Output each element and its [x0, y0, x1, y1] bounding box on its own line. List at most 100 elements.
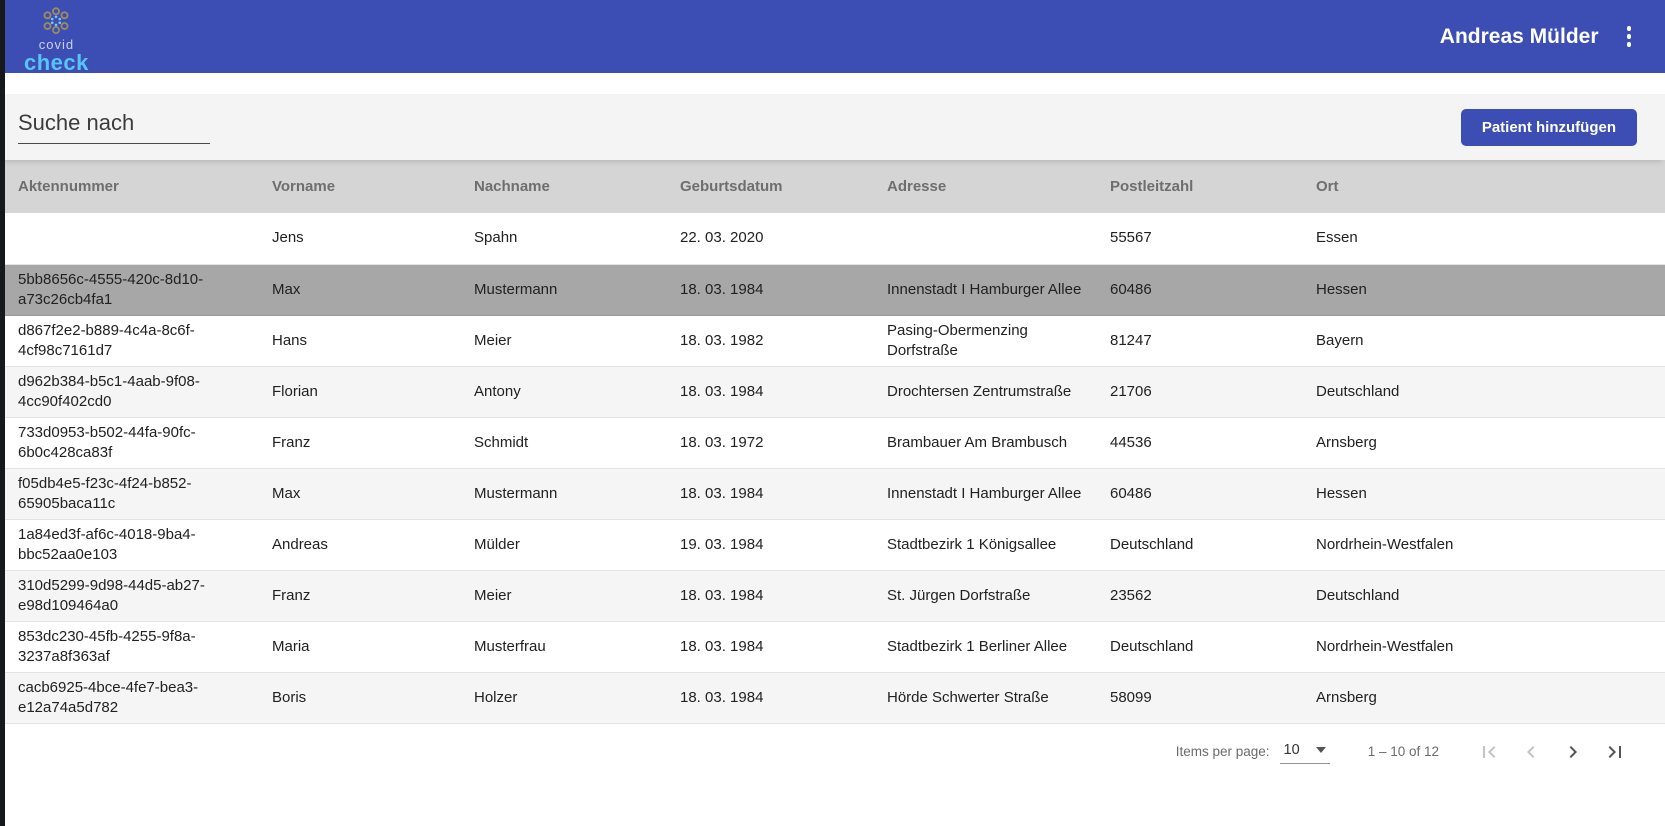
- cell-geburtsdatum: 19. 03. 1984: [680, 535, 764, 553]
- last-page-icon[interactable]: [1603, 740, 1627, 764]
- items-per-page-select[interactable]: 10: [1279, 740, 1330, 764]
- toolbar: Patient hinzufügen: [0, 94, 1665, 160]
- more-vert-icon[interactable]: [1619, 20, 1640, 53]
- cell-nachname: Schmidt: [474, 433, 529, 451]
- cell-aktennummer: 310d5299-9d98-44d5-ab27-e98d109464a0: [18, 576, 205, 614]
- cell-adresse: Pasing-Obermenzing Dorfstraße: [887, 321, 1028, 359]
- cell-postleitzahl: 60486: [1110, 484, 1152, 502]
- cell-aktennummer: 733d0953-b502-44fa-90fc-6b0c428ca83f: [18, 423, 196, 461]
- cell-adresse: Innenstadt I Hamburger Allee: [887, 280, 1082, 298]
- cell-ort: Hessen: [1316, 484, 1367, 502]
- cell-ort: Nordrhein-Westfalen: [1316, 637, 1454, 655]
- cell-geburtsdatum: 18. 03. 1984: [680, 688, 764, 706]
- chevron-right-icon[interactable]: [1561, 740, 1585, 764]
- cell-postleitzahl: 58099: [1110, 688, 1152, 706]
- cell-geburtsdatum: 18. 03. 1982: [680, 331, 764, 349]
- cell-nachname: Meier: [474, 586, 512, 604]
- dropdown-arrow-icon: [1315, 746, 1326, 753]
- cell-vorname: Jens: [272, 229, 304, 247]
- cell-nachname: Mustermann: [474, 280, 558, 298]
- cell-aktennummer: f05db4e5-f23c-4f24-b852-65905baca11c: [18, 474, 192, 512]
- app-header: covid check Andreas Mülder: [0, 0, 1665, 74]
- cell-nachname: Spahn: [474, 229, 518, 247]
- header-gap: [0, 73, 1665, 94]
- table-row[interactable]: 1a84ed3f-af6c-4018-9ba4-bbc52aa0e103 And…: [0, 519, 1665, 570]
- cell-adresse: Hörde Schwerter Straße: [887, 688, 1049, 706]
- cell-geburtsdatum: 18. 03. 1984: [680, 382, 764, 400]
- cell-geburtsdatum: 22. 03. 2020: [680, 229, 764, 247]
- column-header-ort[interactable]: Ort: [1316, 160, 1665, 213]
- first-page-icon: [1477, 740, 1501, 764]
- cell-vorname: Franz: [272, 433, 311, 451]
- cell-ort: Essen: [1316, 229, 1358, 247]
- add-patient-button[interactable]: Patient hinzufügen: [1460, 108, 1637, 146]
- cell-aktennummer: cacb6925-4bce-4fe7-bea3-e12a74a5d782: [18, 678, 199, 716]
- table-row[interactable]: 853dc230-45fb-4255-9f8a-3237a8f363af Mar…: [0, 621, 1665, 672]
- table-row[interactable]: Jens Spahn 22. 03. 2020 55567 Essen: [0, 213, 1665, 264]
- items-per-page-value: 10: [1283, 741, 1300, 758]
- virus-logo-icon: [38, 5, 74, 39]
- cell-postleitzahl: Deutschland: [1110, 637, 1194, 655]
- cell-nachname: Mülder: [474, 535, 520, 553]
- cell-geburtsdatum: 18. 03. 1984: [680, 637, 764, 655]
- cell-ort: Deutschland: [1316, 382, 1400, 400]
- table-row[interactable]: 733d0953-b502-44fa-90fc-6b0c428ca83f Fra…: [0, 417, 1665, 468]
- cell-adresse: Innenstadt I Hamburger Allee: [887, 484, 1082, 502]
- cell-adresse: St. Jürgen Dorfstraße: [887, 586, 1031, 604]
- cell-postleitzahl: 44536: [1110, 433, 1152, 451]
- column-header-geburtsdatum[interactable]: Geburtsdatum: [680, 160, 887, 213]
- cell-postleitzahl: 23562: [1110, 586, 1152, 604]
- cell-aktennummer: d867f2e2-b889-4c4a-8c6f-4cf98c7161d7: [18, 321, 195, 359]
- cell-nachname: Mustermann: [474, 484, 558, 502]
- window-edge-strip: [0, 0, 5, 826]
- page-range-label: 1 – 10 of 12: [1367, 744, 1439, 759]
- table-header-row: Aktennummer Vorname Nachname Geburtsdatu…: [0, 160, 1665, 213]
- cell-postleitzahl: 81247: [1110, 331, 1152, 349]
- covidcheck-logo[interactable]: covid check: [24, 5, 89, 74]
- paginator: Items per page: 10 1 – 10 of 12: [1176, 740, 1627, 764]
- cell-geburtsdatum: 18. 03. 1984: [680, 586, 764, 604]
- cell-ort: Deutschland: [1316, 586, 1400, 604]
- cell-adresse: Brambauer Am Brambusch: [887, 433, 1068, 451]
- cell-vorname: Max: [272, 280, 301, 298]
- cell-nachname: Holzer: [474, 688, 518, 706]
- table-row[interactable]: f05db4e5-f23c-4f24-b852-65905baca11c Max…: [0, 468, 1665, 519]
- cell-nachname: Meier: [474, 331, 512, 349]
- cell-vorname: Boris: [272, 688, 307, 706]
- cell-postleitzahl: 60486: [1110, 280, 1152, 298]
- cell-geburtsdatum: 18. 03. 1984: [680, 484, 764, 502]
- cell-ort: Arnsberg: [1316, 688, 1377, 706]
- cell-adresse: [887, 213, 1110, 264]
- column-header-vorname[interactable]: Vorname: [272, 160, 474, 213]
- table-body: Jens Spahn 22. 03. 2020 55567 Essen 5bb8…: [0, 213, 1665, 723]
- cell-nachname: Musterfrau: [474, 637, 546, 655]
- column-header-aktennummer[interactable]: Aktennummer: [0, 160, 272, 213]
- cell-ort: Nordrhein-Westfalen: [1316, 535, 1454, 553]
- cell-adresse: Stadtbezirk 1 Berliner Allee: [887, 637, 1068, 655]
- table-row[interactable]: cacb6925-4bce-4fe7-bea3-e12a74a5d782 Bor…: [0, 672, 1665, 723]
- search-input[interactable]: [18, 110, 210, 144]
- items-per-page-label: Items per page:: [1175, 744, 1270, 759]
- patients-table: Aktennummer Vorname Nachname Geburtsdatu…: [0, 160, 1665, 724]
- table-row-selected[interactable]: 5bb8656c-4555-420c-8d10-a73c26cb4fa1 Max…: [0, 264, 1665, 315]
- cell-aktennummer: [0, 213, 272, 264]
- cell-geburtsdatum: 18. 03. 1984: [680, 280, 764, 298]
- cell-aktennummer: 1a84ed3f-af6c-4018-9ba4-bbc52aa0e103: [18, 525, 196, 563]
- table-row[interactable]: 310d5299-9d98-44d5-ab27-e98d109464a0 Fra…: [0, 570, 1665, 621]
- cell-vorname: Florian: [272, 382, 318, 400]
- table-row[interactable]: d867f2e2-b889-4c4a-8c6f-4cf98c7161d7 Han…: [0, 315, 1665, 366]
- column-header-adresse[interactable]: Adresse: [887, 160, 1110, 213]
- cell-aktennummer: 5bb8656c-4555-420c-8d10-a73c26cb4fa1: [18, 270, 204, 308]
- column-header-postleitzahl[interactable]: Postleitzahl: [1110, 160, 1316, 213]
- table-row[interactable]: d962b384-b5c1-4aab-9f08-4cc90f402cd0 Flo…: [0, 366, 1665, 417]
- column-header-nachname[interactable]: Nachname: [474, 160, 680, 213]
- cell-vorname: Franz: [272, 586, 311, 604]
- cell-postleitzahl: Deutschland: [1110, 535, 1194, 553]
- cell-aktennummer: 853dc230-45fb-4255-9f8a-3237a8f363af: [18, 627, 196, 665]
- cell-vorname: Hans: [272, 331, 308, 349]
- cell-adresse: Stadtbezirk 1 Königsallee: [887, 535, 1057, 553]
- cell-aktennummer: d962b384-b5c1-4aab-9f08-4cc90f402cd0: [18, 372, 200, 410]
- cell-ort: Bayern: [1316, 331, 1364, 349]
- cell-geburtsdatum: 18. 03. 1972: [680, 433, 764, 451]
- cell-postleitzahl: 55567: [1110, 229, 1152, 247]
